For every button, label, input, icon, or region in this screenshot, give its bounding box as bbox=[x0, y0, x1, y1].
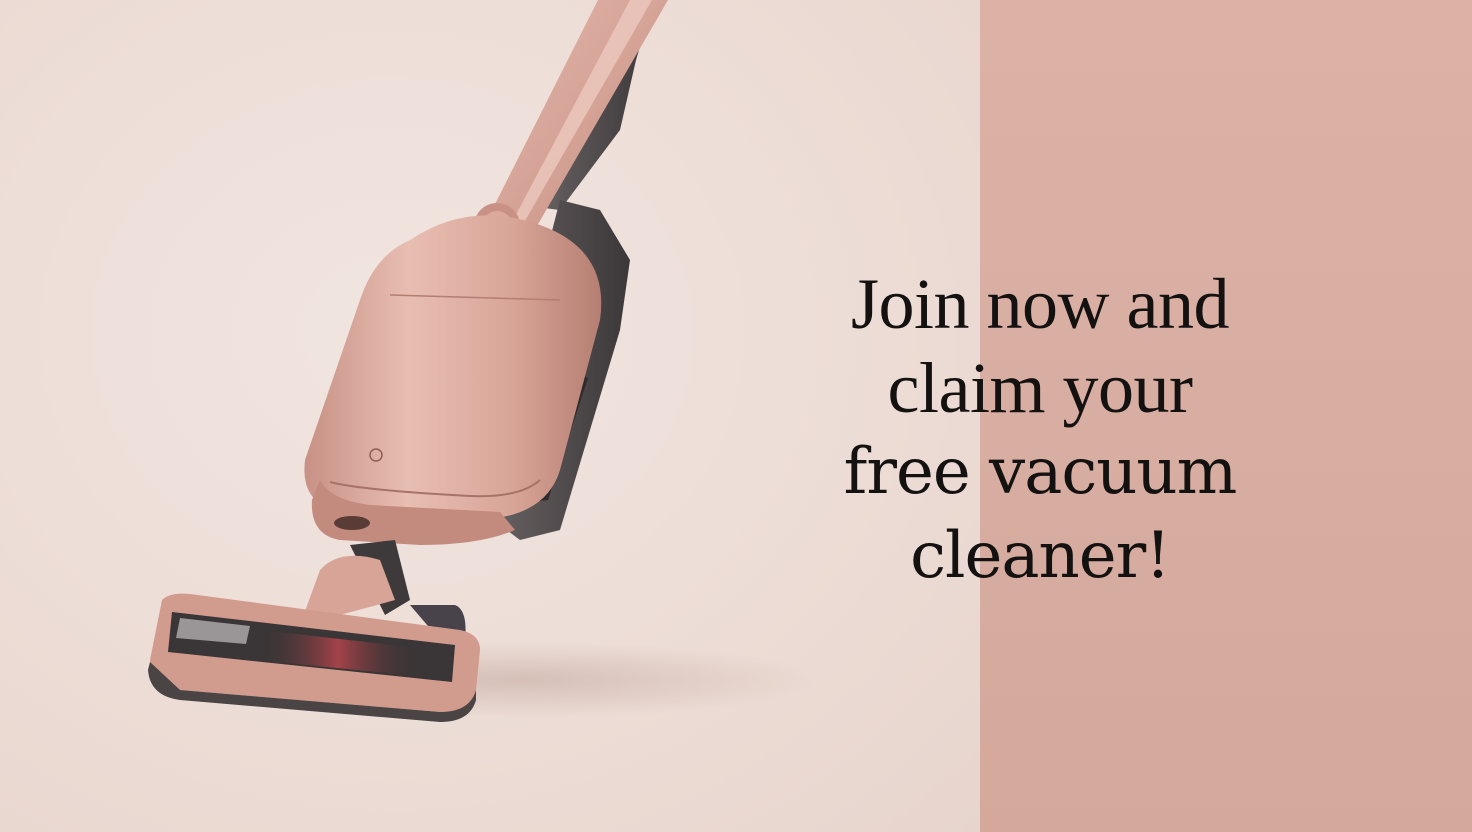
vacuum-body bbox=[304, 200, 630, 545]
vacuum-floor-head bbox=[148, 593, 480, 722]
promo-headline: Join now and claim your free vacuum clea… bbox=[780, 262, 1300, 598]
headline-line-3: free vacuum bbox=[843, 435, 1238, 509]
headline-line-4: cleaner! bbox=[910, 519, 1171, 593]
headline-line-1: Join now and bbox=[851, 264, 1229, 344]
headline-line-2: claim your bbox=[887, 348, 1193, 428]
